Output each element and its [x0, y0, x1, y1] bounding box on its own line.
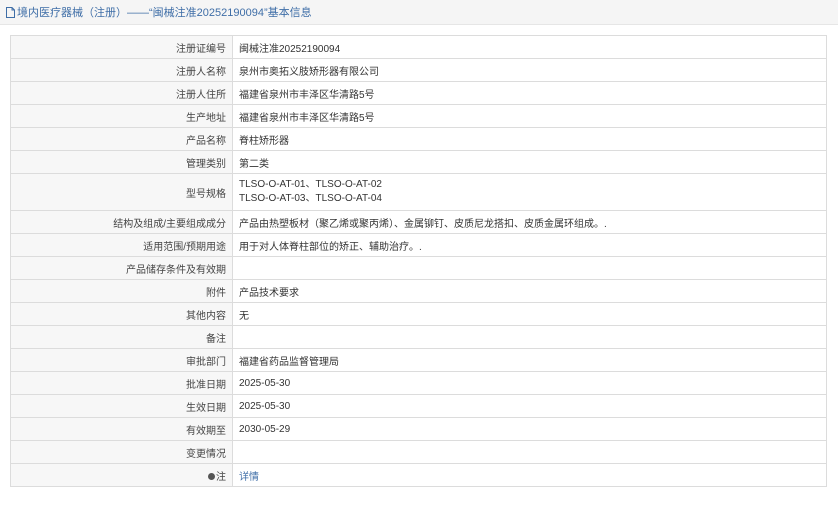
row-value: 产品由热塑板材（聚乙烯或聚丙烯）、金属铆钉、皮质尼龙搭扣、皮质金属环组成。. [232, 210, 827, 234]
row-value-text: 脊柱矫形器 [239, 135, 289, 147]
row-label-text: 变更情况 [186, 448, 226, 460]
row-value: 脊柱矫形器 [232, 127, 827, 151]
row-value: 福建省泉州市丰泽区华清路5号 [232, 81, 827, 105]
row-value-text: 福建省泉州市丰泽区华清路5号 [239, 89, 375, 101]
row-label-text: 附件 [206, 287, 226, 299]
table-row: 生效日期 2025-05-30 [10, 394, 827, 418]
table-row: 型号规格 TLSO-O-AT-01、TLSO-O-AT-02 TLSO-O-AT-0… [10, 173, 827, 211]
row-value: 第二类 [232, 150, 827, 174]
row-value: TLSO-O-AT-01、TLSO-O-AT-02 TLSO-O-AT-03、TL… [232, 173, 827, 211]
row-value-text: 2030-05-29 [239, 423, 291, 435]
row-label: 审批部门 [10, 348, 233, 372]
table-row: 产品储存条件及有效期 [10, 256, 827, 280]
row-label: 其他内容 [10, 302, 233, 326]
row-value-text: 产品技术要求 [239, 287, 299, 299]
model-spec-line: TLSO-O-AT-01、TLSO-O-AT-02 [239, 179, 382, 190]
table-row: 注 详情 [10, 463, 827, 487]
info-table-container: 注册证编号 闽械注准20252190094 注册人名称 泉州市奥拓义肢矫形器有限公司注… [10, 35, 827, 487]
row-value: 2025-05-30 [232, 371, 827, 395]
row-label: 型号规格 [10, 173, 233, 211]
row-label: 管理类别 [10, 150, 233, 174]
page-title: 境内医疗器械（注册）——“闽械注准20252190094”基本信息 [17, 7, 312, 19]
detail-link[interactable]: 详情 [239, 472, 259, 483]
table-row: 变更情况 [10, 440, 827, 464]
table-row: 其他内容 无 [10, 302, 827, 326]
row-label-text: 适用范围/预期用途 [143, 241, 226, 253]
row-label: 备注 [10, 325, 233, 349]
table-row: 结构及组成/主要组成成分 产品由热塑板材（聚乙烯或聚丙烯）、金属铆钉、皮质尼龙搭扣… [10, 210, 827, 234]
row-value [232, 325, 827, 349]
row-label-text: 备注 [206, 333, 226, 345]
row-value: 泉州市奥拓义肢矫形器有限公司 [232, 58, 827, 82]
row-value-text: 泉州市奥拓义肢矫形器有限公司 [239, 66, 379, 78]
row-value: 产品技术要求 [232, 279, 827, 303]
row-label-text: 其他内容 [186, 310, 226, 322]
row-label-text: 注 [216, 471, 226, 483]
model-spec-line: TLSO-O-AT-03、TLSO-O-AT-04 [239, 193, 382, 204]
row-value-text: 无 [239, 310, 249, 322]
table-row: 注册证编号 闽械注准20252190094 [10, 35, 827, 59]
row-value: 用于对人体脊柱部位的矫正、辅助治疗。. [232, 233, 827, 257]
row-label: 注册人住所 [10, 81, 233, 105]
table-row: 适用范围/预期用途 用于对人体脊柱部位的矫正、辅助治疗。. [10, 233, 827, 257]
row-label-text: 审批部门 [186, 356, 226, 368]
row-value-text: 第二类 [239, 158, 269, 170]
row-label: 产品名称 [10, 127, 233, 151]
page-header: 境内医疗器械（注册）——“闽械注准20252190094”基本信息 [0, 0, 838, 25]
row-label: 生产地址 [10, 104, 233, 128]
row-label: 结构及组成/主要组成成分 [10, 210, 233, 234]
row-value: 2025-05-30 [232, 394, 827, 418]
row-label: 变更情况 [10, 440, 233, 464]
table-row: 批准日期 2025-05-30 [10, 371, 827, 395]
row-value: 闽械注准20252190094 [232, 35, 827, 59]
table-row: 管理类别 第二类 [10, 150, 827, 174]
info-table: 注册证编号 闽械注准20252190094 注册人名称 泉州市奥拓义肢矫形器有限公司注… [10, 35, 827, 487]
row-label-text: 批准日期 [186, 379, 226, 391]
row-value [232, 256, 827, 280]
row-label: 生效日期 [10, 394, 233, 418]
row-label: 附件 [10, 279, 233, 303]
table-row: 附件 产品技术要求 [10, 279, 827, 303]
row-label: 适用范围/预期用途 [10, 233, 233, 257]
table-row: 有效期至 2030-05-29 [10, 417, 827, 441]
row-label: 注 [10, 463, 233, 487]
table-row: 审批部门 福建省药品监督管理局 [10, 348, 827, 372]
row-value-text: 福建省药品监督管理局 [239, 356, 339, 368]
row-value-text: 福建省泉州市丰泽区华清路5号 [239, 112, 375, 124]
row-value: 福建省泉州市丰泽区华清路5号 [232, 104, 827, 128]
table-row: 生产地址 福建省泉州市丰泽区华清路5号 [10, 104, 827, 128]
row-label-text: 型号规格 [186, 188, 226, 200]
row-label-text: 生产地址 [186, 112, 226, 124]
row-label-text: 注册人住所 [176, 89, 226, 101]
table-row: 产品名称 脊柱矫形器 [10, 127, 827, 151]
table-row: 注册人住所 福建省泉州市丰泽区华清路5号 [10, 81, 827, 105]
info-dot-icon [208, 473, 215, 481]
row-label-text: 管理类别 [186, 158, 226, 170]
table-row: 备注 [10, 325, 827, 349]
table-row: 注册人名称 泉州市奥拓义肢矫形器有限公司 [10, 58, 827, 82]
row-label-text: 有效期至 [186, 425, 226, 437]
row-value-text: 2025-05-30 [239, 377, 291, 389]
row-label-text: 结构及组成/主要组成成分 [113, 218, 226, 230]
row-label: 注册人名称 [10, 58, 233, 82]
row-value-text: 产品由热塑板材（聚乙烯或聚丙烯）、金属铆钉、皮质尼龙搭扣、皮质金属环组成。. [239, 218, 607, 230]
row-value-text: 闽械注准20252190094 [239, 43, 341, 55]
row-label-text: 注册证编号 [176, 43, 226, 55]
row-value: 2030-05-29 [232, 417, 827, 441]
row-value: 福建省药品监督管理局 [232, 348, 827, 372]
row-value-text: 用于对人体脊柱部位的矫正、辅助治疗。. [239, 241, 422, 253]
row-label: 批准日期 [10, 371, 233, 395]
row-label: 有效期至 [10, 417, 233, 441]
row-label-text: 生效日期 [186, 402, 226, 414]
row-label: 注册证编号 [10, 35, 233, 59]
row-value: 无 [232, 302, 827, 326]
row-label-text: 注册人名称 [176, 66, 226, 78]
row-label-text: 产品储存条件及有效期 [126, 264, 226, 276]
row-value [232, 440, 827, 464]
row-label: 产品储存条件及有效期 [10, 256, 233, 280]
row-label-text: 产品名称 [186, 135, 226, 147]
document-icon [6, 6, 15, 18]
row-value: 详情 [232, 463, 827, 487]
row-value-text: 2025-05-30 [239, 400, 291, 412]
